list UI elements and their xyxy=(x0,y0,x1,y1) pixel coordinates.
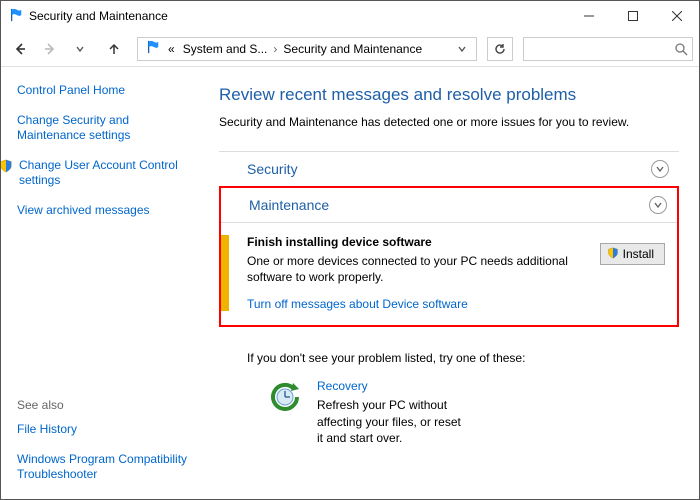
install-button-label: Install xyxy=(623,247,654,261)
search-input[interactable] xyxy=(524,38,692,60)
sidebar-change-sec-link[interactable]: Change Security and Maintenance settings xyxy=(17,113,199,144)
main-content: Review recent messages and resolve probl… xyxy=(209,67,699,499)
recent-dropdown-button[interactable] xyxy=(67,36,93,62)
address-flag-icon xyxy=(146,40,160,57)
alert-turn-off-link[interactable]: Turn off messages about Device software xyxy=(247,297,592,311)
search-icon[interactable] xyxy=(674,42,688,59)
sidebar: Control Panel Home Change Security and M… xyxy=(1,67,209,499)
security-panel-label: Security xyxy=(247,161,298,177)
maximize-button[interactable] xyxy=(611,1,655,31)
maintenance-panel-header[interactable]: Maintenance xyxy=(221,188,677,223)
install-button[interactable]: Install xyxy=(600,243,665,265)
page-heading: Review recent messages and resolve probl… xyxy=(219,85,679,105)
page-subtext: Security and Maintenance has detected on… xyxy=(219,115,679,129)
sidebar-change-uac-link[interactable]: Change User Account Control settings xyxy=(1,158,199,189)
toolbar: « System and S... › Security and Mainten… xyxy=(1,31,699,67)
recovery-link[interactable]: Recovery xyxy=(317,379,467,393)
recovery-text: Recovery Refresh your PC without affecti… xyxy=(317,379,467,446)
recovery-desc: Refresh your PC without affecting your f… xyxy=(317,397,467,446)
shield-icon xyxy=(1,159,13,178)
breadcrumb-level1[interactable]: System and S... xyxy=(179,40,272,58)
window-root: Security and Maintenance « System and S.… xyxy=(0,0,700,500)
alert-box: Finish installing device software One or… xyxy=(221,223,677,325)
not-listed-text: If you don't see your problem listed, tr… xyxy=(247,351,679,365)
maintenance-block: Maintenance Finish installing device sof… xyxy=(219,186,679,327)
address-bar[interactable]: « System and S... › Security and Mainten… xyxy=(137,37,477,61)
alert-severity-stripe xyxy=(221,235,229,311)
alert-title: Finish installing device software xyxy=(247,235,592,249)
window-title: Security and Maintenance xyxy=(29,9,567,23)
sidebar-home-link[interactable]: Control Panel Home xyxy=(17,83,199,99)
see-also-heading: See also xyxy=(17,398,199,412)
chevron-down-icon xyxy=(649,196,667,214)
breadcrumb-level2[interactable]: Security and Maintenance xyxy=(279,40,426,58)
alert-content: Finish installing device software One or… xyxy=(247,235,600,311)
see-also-file-history-link[interactable]: File History xyxy=(17,422,199,438)
shield-icon xyxy=(607,247,619,262)
breadcrumb-sep-icon[interactable]: › xyxy=(271,42,279,56)
see-also-section: See also File History Windows Program Co… xyxy=(17,398,199,489)
sidebar-change-uac-label: Change User Account Control settings xyxy=(19,158,199,189)
alert-description: One or more devices connected to your PC… xyxy=(247,253,592,285)
chevron-down-icon xyxy=(651,160,669,178)
sidebar-view-archived-link[interactable]: View archived messages xyxy=(17,203,199,219)
up-button[interactable] xyxy=(101,36,127,62)
close-button[interactable] xyxy=(655,1,699,31)
security-panel-header[interactable]: Security xyxy=(219,151,679,186)
see-also-win-prog-link[interactable]: Windows Program Compatibility Troublesho… xyxy=(17,452,199,483)
flag-icon xyxy=(9,8,23,25)
body: Control Panel Home Change Security and M… xyxy=(1,67,699,499)
address-dropdown-button[interactable] xyxy=(452,45,472,53)
search-box[interactable] xyxy=(523,37,693,61)
maintenance-panel-label: Maintenance xyxy=(249,197,329,213)
breadcrumb-prefix[interactable]: « xyxy=(164,40,179,58)
forward-button[interactable] xyxy=(37,36,63,62)
recovery-section: Recovery Refresh your PC without affecti… xyxy=(267,379,679,446)
refresh-button[interactable] xyxy=(487,37,513,61)
titlebar: Security and Maintenance xyxy=(1,1,699,31)
back-button[interactable] xyxy=(7,36,33,62)
minimize-button[interactable] xyxy=(567,1,611,31)
recovery-icon xyxy=(267,379,303,446)
